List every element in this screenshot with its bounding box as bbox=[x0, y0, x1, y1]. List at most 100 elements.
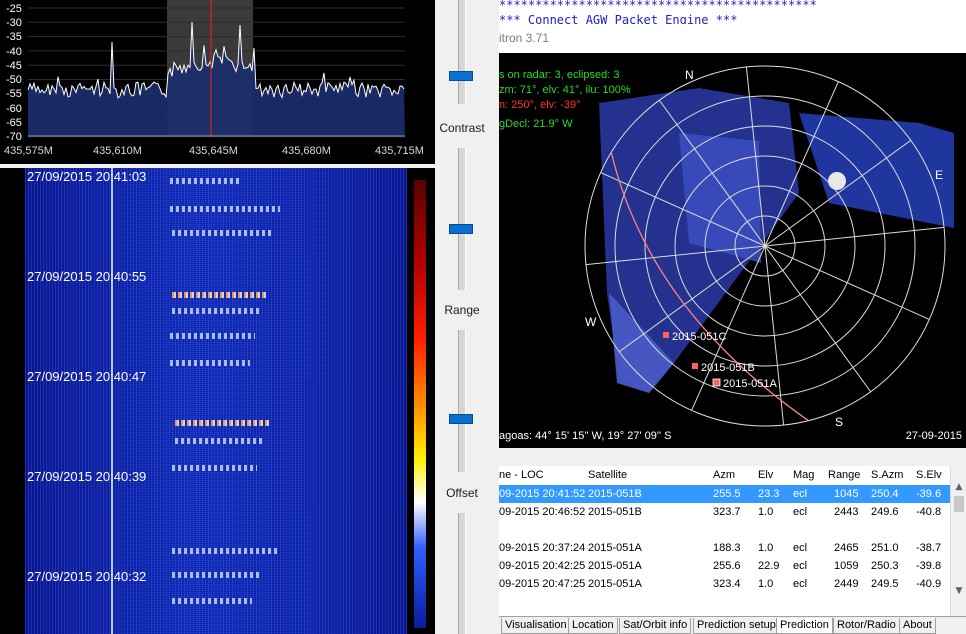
column-header-satellite[interactable]: Satellite bbox=[588, 469, 627, 481]
satellite-model-image bbox=[599, 88, 954, 393]
cell-azm: 323.7 bbox=[713, 506, 741, 518]
cell-time: 09-2015 20:42:25 bbox=[499, 560, 586, 572]
table-header: ne - LOC Satellite Azm Elv Mag Range S.A… bbox=[499, 466, 950, 484]
column-header-selv[interactable]: S.Elv bbox=[916, 469, 942, 481]
x-tick: 435,610M bbox=[93, 145, 142, 157]
splitter-bar[interactable] bbox=[499, 448, 966, 467]
tab-visualisation[interactable]: Visualisation bbox=[501, 618, 571, 634]
tab-about[interactable]: About bbox=[899, 618, 936, 634]
waterfall-timestamp: 27/09/2015 20:40:39 bbox=[27, 469, 147, 484]
tab-rotor-radio[interactable]: Rotor/Radio bbox=[833, 618, 900, 634]
y-tick: -55 bbox=[6, 88, 22, 100]
contrast-label: Contrast bbox=[439, 121, 485, 135]
waterfall-display[interactable]: 27/09/2015 20:41:03 27/09/2015 20:40:55 … bbox=[0, 168, 435, 634]
contrast-slider-track[interactable] bbox=[458, 148, 466, 290]
east-label: E bbox=[935, 168, 943, 182]
x-tick: 435,575M bbox=[4, 145, 53, 157]
satellite-label: 2015-051A bbox=[723, 378, 777, 390]
waterfall-timestamp: 27/09/2015 20:40:47 bbox=[27, 369, 147, 384]
cell-elv: 1.0 bbox=[758, 506, 774, 518]
x-tick: 435,715M bbox=[375, 145, 424, 157]
signal-burst bbox=[170, 360, 250, 366]
cell-mag: ecl bbox=[793, 488, 808, 500]
signal-burst bbox=[172, 548, 277, 554]
column-header-elv[interactable]: Elv bbox=[758, 469, 773, 481]
table-row[interactable]: 09-2015 20:47:25 2015-051A 323.4 1.0 ecl… bbox=[499, 575, 950, 593]
satellite-marker-2015-051c[interactable]: 2015-051C bbox=[663, 331, 726, 343]
y-tick: -65 bbox=[6, 117, 22, 129]
title-bar[interactable]: itron 3.71 bbox=[499, 24, 966, 54]
y-tick: -30 bbox=[6, 17, 22, 29]
cell-selv: -40.8 bbox=[916, 506, 942, 518]
cell-mag: ecl bbox=[793, 560, 808, 572]
scroll-down-icon[interactable]: ▼ bbox=[953, 584, 965, 598]
cell-satellite: 2015-051B bbox=[588, 488, 642, 500]
location-coordinates: agoas: 44° 15' 15'' W, 19° 27' 09'' S bbox=[499, 430, 672, 442]
x-tick: 435,680M bbox=[282, 145, 331, 157]
cell-sazm: 249.6 bbox=[871, 506, 899, 518]
signal-burst bbox=[172, 598, 252, 604]
table-row[interactable]: 09-2015 20:37:24 2015-051A 188.3 1.0 ecl… bbox=[499, 539, 950, 557]
cell-selv: -39.8 bbox=[916, 560, 942, 572]
cell-elv: 23.3 bbox=[758, 488, 780, 500]
radar-info-magdecl: gDecl: 21.9° W bbox=[499, 118, 573, 130]
range-slider-thumb[interactable] bbox=[449, 414, 473, 424]
y-tick: -35 bbox=[6, 31, 22, 43]
table-row[interactable]: 09-2015 20:42:25 2015-051A 255.6 22.9 ec… bbox=[499, 557, 950, 575]
offset-label: Offset bbox=[446, 486, 478, 500]
contrast-slider-thumb[interactable] bbox=[449, 224, 473, 234]
tab-sat-orbit-info[interactable]: Sat/Orbit info bbox=[619, 618, 692, 634]
cell-selv: -39.6 bbox=[916, 488, 942, 500]
prediction-table[interactable]: ne - LOC Satellite Azm Elv Mag Range S.A… bbox=[499, 466, 950, 616]
column-header-mag[interactable]: Mag bbox=[793, 469, 814, 481]
color-scale-bar bbox=[414, 180, 426, 628]
signal-burst bbox=[172, 572, 262, 578]
column-header-range[interactable]: Range bbox=[828, 469, 860, 481]
radar-info-moon: n: 250°, elv: -39° bbox=[499, 99, 581, 111]
table-row[interactable]: 09-2015 20:41:52 2015-051B 255.5 23.3 ec… bbox=[499, 485, 950, 503]
cell-time: 09-2015 20:41:52 bbox=[499, 488, 586, 500]
moon-icon bbox=[828, 172, 846, 190]
slider-track-top[interactable] bbox=[458, 0, 466, 104]
column-header-azm[interactable]: Azm bbox=[713, 469, 735, 481]
satellite-marker-2015-051a[interactable]: 2015-051A bbox=[712, 378, 777, 390]
cell-selv: -38.7 bbox=[916, 542, 942, 554]
column-header-sazm[interactable]: S.Azm bbox=[871, 469, 903, 481]
range-slider-track[interactable] bbox=[458, 330, 466, 472]
scroll-thumb[interactable] bbox=[954, 496, 964, 512]
waterfall-timestamp: 27/09/2015 20:40:55 bbox=[27, 269, 147, 284]
tab-prediction[interactable]: Prediction bbox=[776, 618, 833, 634]
signal-burst bbox=[172, 292, 267, 298]
spectrum-y-ticks: -25 -30 -35 -40 -45 -50 -55 -60 -65 -70 bbox=[6, 3, 22, 143]
radar-info-sats: s on radar: 3, eclipsed: 3 bbox=[499, 69, 620, 81]
offset-slider-track[interactable] bbox=[458, 513, 466, 634]
cell-elv: 1.0 bbox=[758, 578, 774, 590]
radar-view[interactable]: N E S W 2015-051C 2015-051B 2015-051A s … bbox=[499, 53, 966, 448]
tab-prediction-setup[interactable]: Prediction setup bbox=[693, 618, 780, 634]
y-tick: -50 bbox=[6, 74, 22, 86]
signal-burst bbox=[170, 206, 280, 212]
terminal-line: *** Connect AGW Packet Engine *** bbox=[499, 13, 738, 24]
signal-burst bbox=[172, 230, 272, 236]
radar-info-sun: zm: 71°, elv: 41°, ilu: 100% bbox=[499, 84, 631, 96]
column-header-time[interactable]: ne - LOC bbox=[499, 469, 544, 481]
table-row[interactable]: 09-2015 20:46:52 2015-051B 323.7 1.0 ecl… bbox=[499, 503, 950, 521]
slider-thumb-top[interactable] bbox=[449, 71, 473, 81]
y-tick: -60 bbox=[6, 103, 22, 115]
cell-azm: 188.3 bbox=[713, 542, 741, 554]
table-scrollbar[interactable]: ▲ ▼ bbox=[950, 466, 966, 616]
tab-location[interactable]: Location bbox=[568, 618, 618, 634]
cell-sazm: 250.4 bbox=[871, 488, 899, 500]
cell-range: 2465 bbox=[834, 542, 859, 554]
cell-elv: 22.9 bbox=[758, 560, 780, 572]
cell-range: 1059 bbox=[834, 560, 859, 572]
satellite-marker-2015-051b[interactable]: 2015-051B bbox=[692, 362, 755, 374]
cell-mag: ecl bbox=[793, 506, 808, 518]
cell-satellite: 2015-051B bbox=[588, 506, 642, 518]
scroll-up-icon[interactable]: ▲ bbox=[953, 480, 965, 494]
signal-burst bbox=[172, 465, 257, 471]
cell-mag: ecl bbox=[793, 578, 808, 590]
spectrum-display[interactable]: -25 -30 -35 -40 -45 -50 -55 -60 -65 -70 … bbox=[0, 0, 435, 166]
signal-burst bbox=[170, 178, 240, 184]
x-tick: 435,645M bbox=[189, 145, 238, 157]
